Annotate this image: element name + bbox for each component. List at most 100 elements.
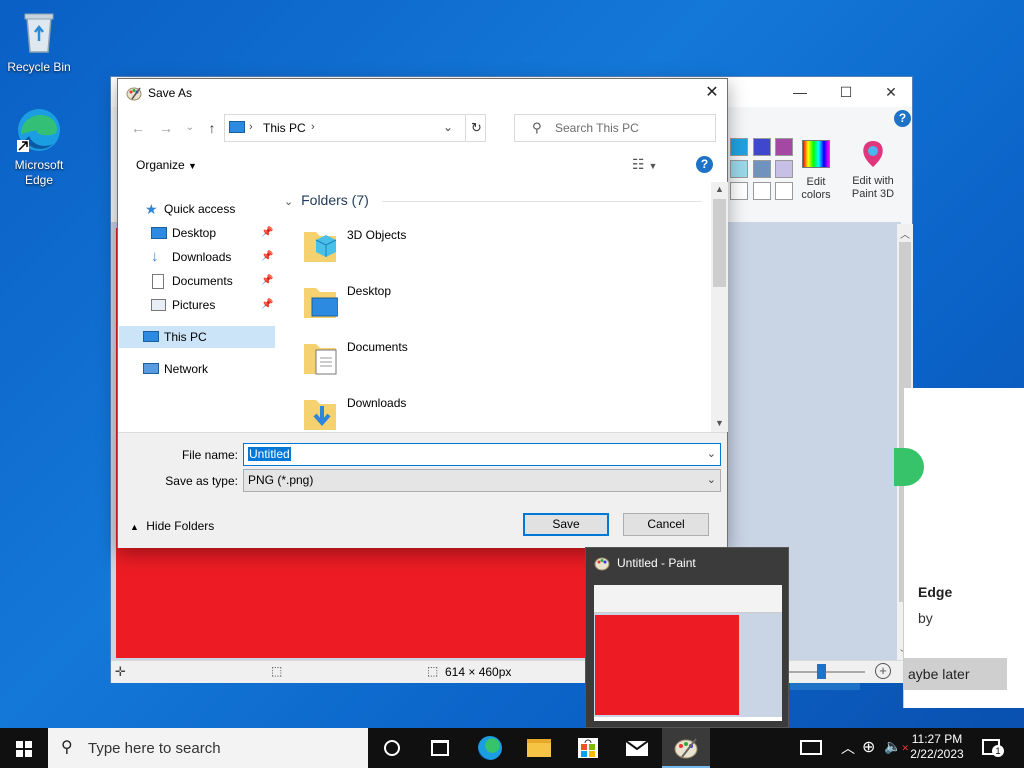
taskbar-file-explorer-button[interactable] [515,728,563,768]
edge-blue-button-edge [790,683,860,690]
desktop-icon-label: Recycle Bin [7,60,71,74]
start-button[interactable] [0,728,48,768]
paint-app-icon [126,85,142,101]
command-bar: Organize ▼ ☷ ▼ ? [118,149,727,181]
file-name-label: File name: [181,448,238,462]
folders-group-header[interactable]: ⌄ Folders (7) [284,192,704,208]
organize-button[interactable]: Organize ▼ [136,158,197,172]
pictures-icon [151,299,166,311]
maximize-button[interactable]: ☐ [823,81,869,103]
file-list-scrollbar[interactable]: ▲ ▼ [711,182,728,432]
taskbar-thumbnail-preview[interactable]: Untitled - Paint [585,547,789,728]
clock[interactable]: 11:27 PM 2/22/2023 [906,732,968,762]
group-divider [382,201,702,202]
file-list: ⌄ Folders (7) 3D Objects Desktop Documen… [278,182,712,432]
color-swatch[interactable] [775,138,793,156]
dialog-title: Save As [148,86,193,100]
folder-icon [527,739,551,757]
color-swatch[interactable] [730,182,748,200]
nav-this-pc[interactable]: This PC [119,326,275,348]
zoom-slider-thumb[interactable] [817,664,826,679]
address-dropdown-icon[interactable]: ⌄ [443,120,453,134]
color-swatch[interactable] [775,182,793,200]
nav-network[interactable]: Network [119,358,275,380]
back-arrow-icon[interactable]: ← [128,119,148,137]
taskbar-mail-button[interactable] [613,728,661,768]
color-swatch[interactable] [753,160,771,178]
task-view-icon [431,740,449,756]
refresh-icon[interactable]: ↻ [465,115,487,141]
color-swatch[interactable] [775,160,793,178]
star-icon: ★ [145,201,158,217]
clock-date: 2/22/2023 [910,747,964,761]
scroll-thumb[interactable] [713,199,726,287]
action-center-button[interactable]: 1 [982,739,1004,757]
clock-time: 11:27 PM [911,732,963,746]
recycle-bin-icon [15,8,63,56]
nav-quick-access[interactable]: ★ Quick access [119,198,275,220]
network-globe-icon[interactable]: ⊕ [862,737,875,757]
color-swatch[interactable] [730,160,748,178]
desktop-icon-edge[interactable]: Microsoft Edge [1,106,77,188]
desktop-icon-recycle-bin[interactable]: Recycle Bin [1,8,77,75]
edge-logo-icon [894,448,924,486]
edge-icon [15,106,63,154]
search-box[interactable]: ⚲ Search This PC [514,114,716,142]
desktop-icon-label: Microsoft Edge [14,158,64,187]
navigation-pane: ★ Quick access Desktop 📌 ↓ Downloads 📌 D… [119,182,275,432]
file-name-input[interactable]: Untitled ⌄ [243,443,721,466]
taskbar-paint-button[interactable] [662,728,710,768]
search-icon: ⚲ [61,739,73,756]
scroll-up-icon[interactable]: ▲ [715,184,724,194]
forward-arrow-icon[interactable]: → [156,119,176,137]
edge-notification-card: Edge by aybe later [894,388,1024,708]
breadcrumb-separator-icon: › [311,121,315,133]
chevron-up-icon[interactable]: ︿ [841,738,855,758]
edge-card-scrollbar [1008,388,1024,708]
nav-item-pictures[interactable]: Pictures 📌 [119,294,275,316]
recent-locations-icon[interactable]: ⌄ [180,119,200,137]
zoom-slider[interactable] [787,664,865,679]
minimize-button[interactable]: — [777,81,823,103]
chevron-down-icon: ⌄ [284,196,294,208]
cortana-button[interactable] [368,728,416,768]
edit-colors-button[interactable]: Edit colors [795,137,837,211]
folder-3d-objects-icon [302,224,338,264]
taskbar-store-button[interactable] [564,728,612,768]
color-swatch[interactable] [753,138,771,156]
chevron-down-icon[interactable]: ⌄ [707,444,716,465]
news-widget-icon[interactable] [800,740,822,755]
folder-documents[interactable]: Documents [298,332,598,384]
this-pc-icon [229,121,245,133]
save-button[interactable]: Save [523,513,609,536]
scroll-up-icon[interactable]: ︿ [900,226,910,241]
task-view-button[interactable] [416,728,464,768]
maybe-later-button[interactable]: aybe later [904,658,1007,690]
folder-3d-objects[interactable]: 3D Objects [298,220,598,272]
paint-app-icon [594,555,610,571]
nav-item-documents[interactable]: Documents 📌 [119,270,275,292]
cancel-button[interactable]: Cancel [623,513,709,536]
save-type-select[interactable]: PNG (*.png) ⌄ [243,469,721,492]
dialog-close-icon[interactable]: ✕ [698,82,726,104]
close-button[interactable]: ✕ [868,81,914,103]
help-icon[interactable]: ? [894,110,911,127]
up-arrow-icon[interactable]: ↑ [202,119,222,137]
chevron-down-icon[interactable]: ⌄ [707,470,716,491]
scroll-down-icon[interactable]: ▼ [715,418,724,428]
folder-desktop[interactable]: Desktop [298,276,598,328]
nav-item-downloads[interactable]: ↓ Downloads 📌 [119,246,275,268]
taskbar-edge-button[interactable] [466,728,514,768]
view-options-icon[interactable]: ☷ ▼ [632,156,657,173]
hide-folders-button[interactable]: ▲ Hide Folders [130,519,214,533]
address-bar[interactable]: › This PC › ⌄ ↻ [224,114,486,142]
taskbar-search-box[interactable]: ⚲ Type here to search [48,728,368,768]
color-swatch[interactable] [730,138,748,156]
edit-with-paint3d-button[interactable]: Edit with Paint 3D [846,137,900,211]
zoom-in-icon[interactable]: + [875,663,891,679]
nav-item-desktop[interactable]: Desktop 📌 [119,222,275,244]
canvas-size-label: 614 × 460px [445,665,512,679]
help-icon[interactable]: ? [696,156,713,173]
color-swatch[interactable] [753,182,771,200]
breadcrumb-this-pc[interactable]: This PC [263,121,306,135]
